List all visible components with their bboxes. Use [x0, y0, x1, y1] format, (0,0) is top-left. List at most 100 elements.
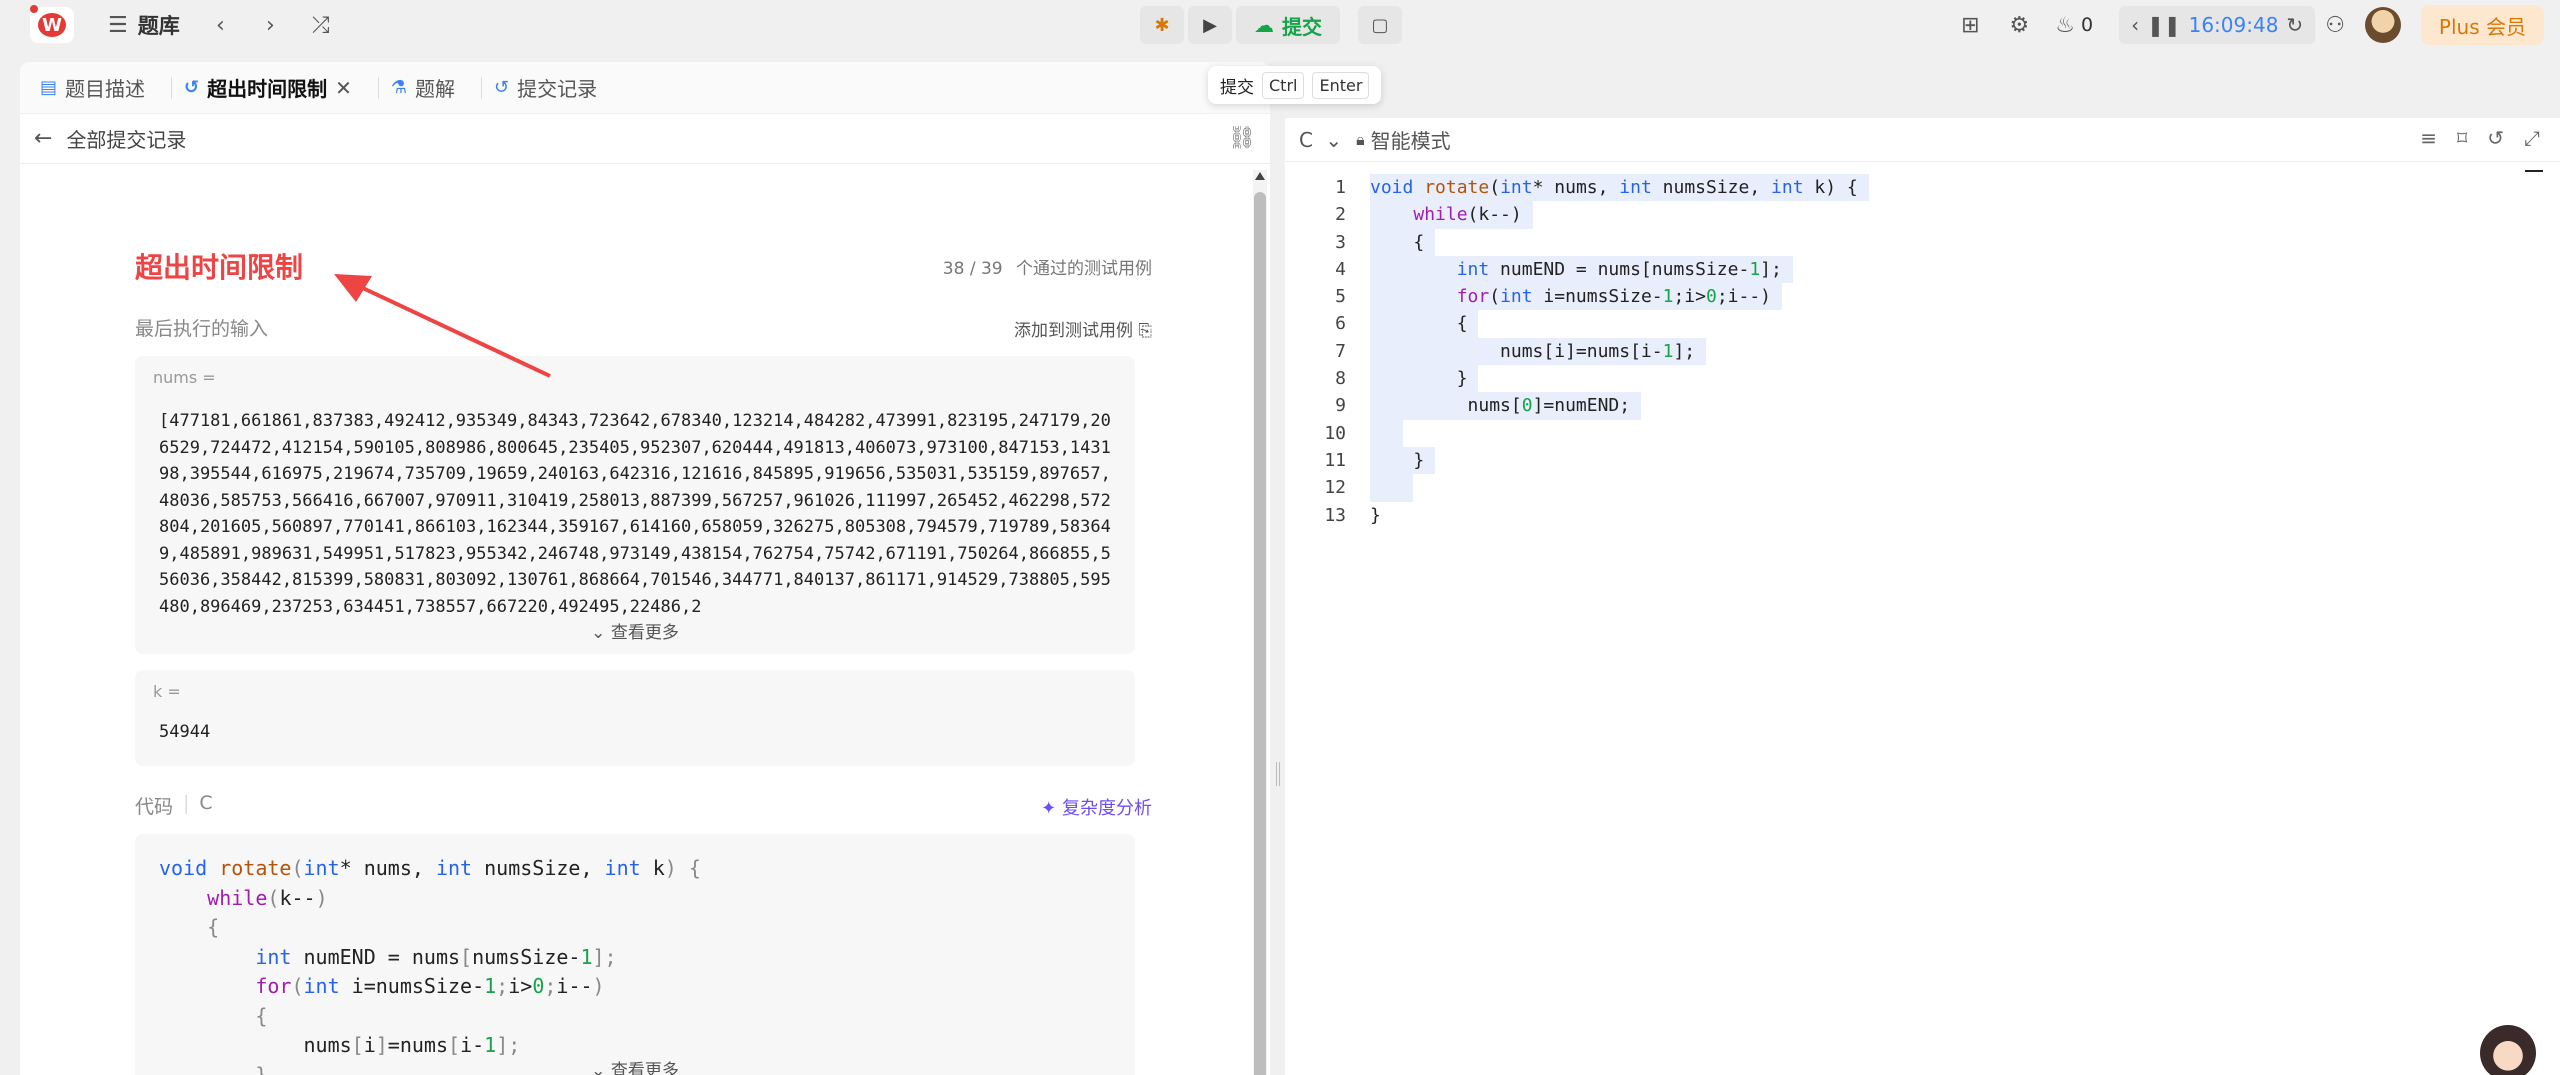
problem-list-button[interactable]: ☰ 题库	[108, 0, 180, 50]
language-value: C	[1299, 127, 1313, 152]
complexity-label: 复杂度分析	[1062, 798, 1152, 819]
all-submissions-link[interactable]: 全部提交记录	[66, 124, 186, 153]
line-number: 12	[1324, 477, 1346, 499]
annotation-arrow	[334, 274, 551, 378]
tab-bar: ▤ 题目描述 ↺ 超出时间限制 ✕ ⚗ 题解 ↺ 提交记录	[20, 62, 1270, 114]
logo[interactable]: W	[30, 5, 74, 43]
tab-divider	[481, 76, 483, 99]
tab-label: 题解	[415, 77, 456, 101]
chevron-left-icon[interactable]: ‹	[2131, 13, 2139, 37]
tab-label: 题目描述	[65, 77, 146, 101]
fullscreen-icon[interactable]: ⤢	[2524, 126, 2540, 150]
tab-divider	[377, 76, 379, 99]
submitted-code-box: void rotate(int* nums, int numsSize, int…	[135, 834, 1135, 1075]
left-panel: ▤ 题目描述 ↺ 超出时间限制 ✕ ⚗ 题解 ↺ 提交记录 ← 全部提交记录 ⛓…	[20, 62, 1270, 1075]
add-friend-icon[interactable]: ⚇	[2325, 13, 2345, 38]
play-icon: ▶	[1203, 14, 1217, 36]
tab-divider	[171, 76, 173, 99]
chevron-double-down-icon: ⌄	[591, 623, 606, 643]
chevron-left-icon: ‹	[216, 12, 225, 38]
line-number: 6	[1335, 313, 1346, 335]
code-editor-text[interactable]: void rotate(int* nums, int numsSize, int…	[1370, 174, 1869, 529]
assistant-avatar[interactable]	[2480, 1025, 2536, 1075]
submit-label: 提交	[1282, 14, 1322, 39]
right-toolbar: ⊞ ⚙ ♨ 0 ‹ ❚❚ 16:09:48 ↻ ⚇ Plus 会员	[1961, 0, 2560, 50]
random-problem-button[interactable]: ⤮	[312, 0, 330, 50]
bug-icon: ✱	[1154, 14, 1170, 36]
result-content: 超出时间限制 38 / 39 个通过的测试用例 最后执行的输入 添加到测试用例 …	[20, 164, 1252, 1075]
k-label: k =	[153, 682, 181, 701]
editor-header: C ⌄ 🔒︎ 智能模式 ≡ ⌑ ↺ ⤢	[1285, 118, 2560, 162]
passed-ratio: 38 / 39	[942, 259, 1003, 279]
avatar[interactable]	[2364, 7, 2401, 43]
back-arrow-icon[interactable]: ←	[34, 126, 52, 151]
notes-button[interactable]: ▢	[1358, 6, 1402, 44]
see-more-button[interactable]: ⌄ 查看更多	[135, 618, 1135, 643]
line-number: 7	[1335, 340, 1346, 362]
see-more-code-button[interactable]: ⌄ 查看更多	[135, 1056, 1135, 1075]
last-input-label: 最后执行的输入	[135, 318, 269, 340]
complexity-analysis-button[interactable]: ✦ 复杂度分析	[1041, 794, 1152, 820]
line-number: 8	[1335, 368, 1346, 390]
k-value: 54944	[159, 722, 211, 742]
tooltip-label: 提交	[1220, 77, 1254, 98]
next-problem-button[interactable]: ›	[266, 0, 275, 50]
format-icon[interactable]: ≡	[2420, 126, 2437, 150]
share-link-icon[interactable]: ⛓	[1228, 126, 1256, 151]
panel-resizer[interactable]	[1272, 62, 1284, 1075]
line-number: 11	[1324, 449, 1346, 471]
left-scrollbar[interactable]	[1253, 170, 1267, 1075]
problem-list-title: 题库	[137, 14, 180, 38]
plus-member-button[interactable]: Plus 会员	[2420, 5, 2544, 45]
list-icon: ☰	[108, 12, 128, 38]
language-select[interactable]: C ⌄	[1299, 128, 1342, 152]
code-header: 代码 | C	[135, 792, 213, 819]
leetcode-logo-icon: W	[38, 13, 66, 37]
editor-scroll-indicator	[2525, 170, 2543, 172]
bookmark-icon[interactable]: ⌑	[2457, 126, 2467, 150]
resize-grip-icon	[1276, 762, 1280, 786]
passed-suffix: 个通过的测试用例	[1016, 259, 1152, 279]
tab-solutions[interactable]: ⚗ 题解	[391, 73, 455, 102]
lock-icon: 🔒︎	[1356, 129, 1365, 149]
run-button[interactable]: ▶	[1188, 6, 1232, 44]
pause-icon[interactable]: ❚❚	[2147, 13, 2181, 37]
nums-label: nums =	[153, 368, 216, 387]
note-icon: ▢	[1371, 14, 1389, 36]
settings-gear-icon[interactable]: ⚙	[2010, 13, 2030, 38]
see-more-label: 查看更多	[610, 623, 679, 643]
history-icon: ↺	[184, 77, 200, 98]
tab-result[interactable]: ↺ 超出时间限制 ✕	[184, 73, 352, 102]
close-tab-icon[interactable]: ✕	[335, 76, 352, 100]
timer[interactable]: ‹ ❚❚ 16:09:48 ↻	[2119, 6, 2316, 44]
submitted-code: void rotate(int* nums, int numsSize, int…	[159, 856, 701, 1075]
divider: |	[183, 792, 190, 814]
tab-label: 提交记录	[517, 77, 598, 101]
tab-submissions[interactable]: ↺ 提交记录	[494, 73, 597, 102]
history-icon: ↺	[494, 77, 510, 98]
see-more-code-label: 查看更多	[610, 1061, 679, 1075]
scroll-up-icon[interactable]	[1255, 172, 1265, 180]
k-input-box: k = 54944	[135, 670, 1135, 766]
enter-key: Enter	[1312, 71, 1370, 99]
layout-icon[interactable]: ⊞	[1961, 13, 1979, 38]
timer-value: 16:09:48	[2188, 13, 2279, 37]
line-number: 5	[1335, 286, 1346, 308]
scroll-thumb[interactable]	[1254, 192, 1266, 1075]
flask-icon: ⚗	[390, 77, 408, 98]
fire-icon[interactable]: ♨	[2055, 13, 2075, 38]
submit-button[interactable]: ☁ 提交	[1236, 6, 1340, 44]
debug-button[interactable]: ✱	[1140, 6, 1184, 44]
run-toolbar: ✱ ▶ ☁ 提交 ▢	[1140, 6, 1402, 44]
editor-mode[interactable]: 智能模式	[1371, 125, 1451, 154]
line-number: 3	[1335, 231, 1346, 253]
line-number: 1	[1335, 177, 1346, 198]
tab-description[interactable]: ▤ 题目描述	[40, 73, 145, 102]
reset-code-icon[interactable]: ↺	[2487, 126, 2504, 150]
reset-icon[interactable]: ↻	[2286, 13, 2303, 37]
document-icon: ▤	[40, 77, 58, 98]
chevron-double-down-icon: ⌄	[591, 1061, 606, 1075]
fire-count: 0	[2080, 14, 2094, 36]
prev-problem-button[interactable]: ‹	[216, 0, 225, 50]
add-to-testcase-button[interactable]: 添加到测试用例 ⎘	[1014, 316, 1152, 341]
